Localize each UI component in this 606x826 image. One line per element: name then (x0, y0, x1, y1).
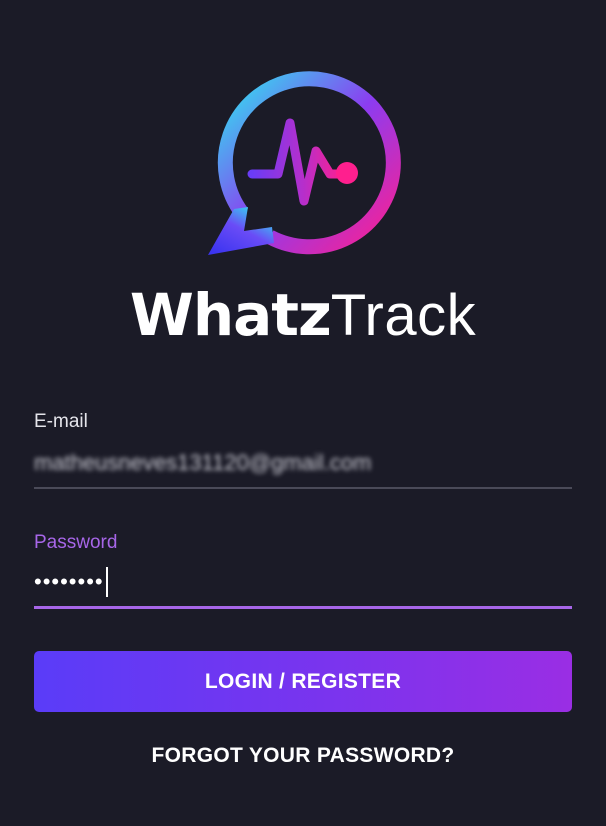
password-masked-value: •••••••• (34, 569, 104, 594)
chat-bubble-heartbeat-icon (208, 71, 401, 255)
email-field[interactable]: matheusneves131120@gmail.com (34, 449, 572, 477)
password-field-underline (34, 606, 572, 609)
email-field-underline (34, 487, 572, 489)
brand-name-bold: Whatz (129, 281, 332, 349)
brand-name-light: Track (330, 283, 477, 348)
brand-wordmark: WhatzTrack (0, 282, 606, 349)
forgot-password-link[interactable]: FORGOT YOUR PASSWORD? (0, 742, 606, 770)
app-logo (204, 63, 404, 259)
login-register-button[interactable]: LOGIN / REGISTER (34, 651, 572, 712)
email-label: E-mail (34, 411, 88, 432)
text-caret (105, 567, 108, 597)
password-label: Password (34, 532, 118, 553)
password-field[interactable]: •••••••• (34, 567, 572, 597)
